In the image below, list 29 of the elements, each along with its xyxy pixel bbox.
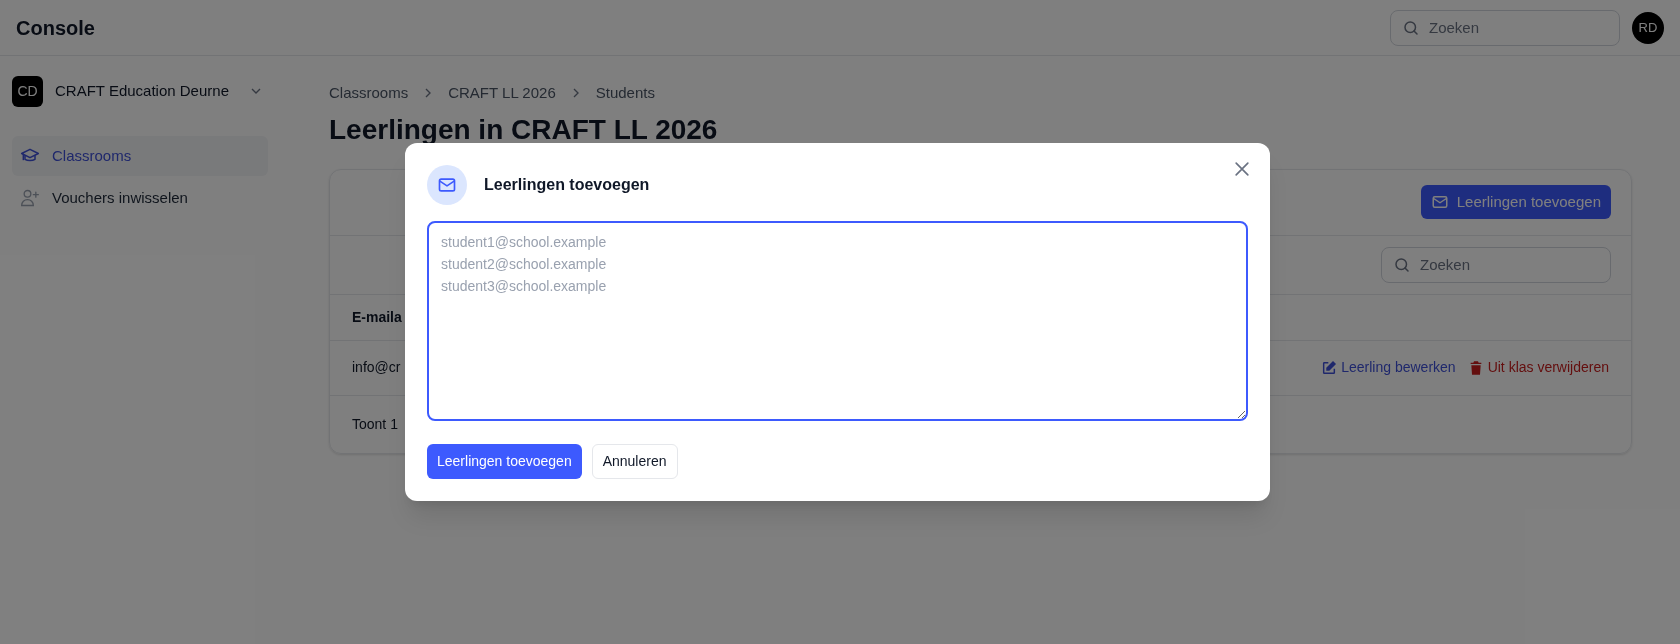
column-header: E-maila [352,307,402,327]
results-count: Toont 1 [352,414,398,434]
user-plus-icon [20,188,40,208]
page-title: Leerlingen in CRAFT LL 2026 [329,112,719,147]
edit-student-link[interactable]: Leerling bewerken [1321,357,1456,378]
table-cell-text: info@cr [352,358,401,377]
email-input-field[interactable]: student1@school.example student2@school.example student3@school.example [427,221,1248,421]
organization-selector[interactable]: CD CRAFT Education Deurne [12,72,268,110]
cancel-button[interactable]: Annuleren [591,444,678,479]
add-students-button[interactable]: Leerlingen toevoegen [1420,185,1611,219]
table-search-field[interactable]: Zoeken [1381,246,1611,283]
breadcrumb-link[interactable]: CRAFT LL 2026 [448,82,556,105]
mail-icon [437,175,457,195]
close-icon[interactable] [1232,159,1252,179]
search-icon [1402,18,1420,37]
search-icon [1393,255,1411,274]
user-avatar[interactable]: RD [1632,11,1664,44]
remove-from-class-link[interactable]: Uit klas verwijderen [1467,357,1609,378]
breadcrumb-link[interactable]: Students [595,82,655,105]
dialog-title: Leerlingen toevoegen [484,175,650,195]
organization-avatar: CD [12,75,43,107]
sidebar-item[interactable]: Classrooms [12,136,268,176]
mail-icon [1430,193,1449,211]
sidebar-item[interactable]: Vouchers inwisselen [12,178,268,218]
add-students-button[interactable]: Leerlingen toevoegen [427,444,582,479]
app-title: Console [16,15,95,41]
edit-icon [1321,359,1338,376]
search-field[interactable]: Zoeken [1390,9,1620,46]
breadcrumb-link[interactable]: Classrooms [329,82,409,105]
